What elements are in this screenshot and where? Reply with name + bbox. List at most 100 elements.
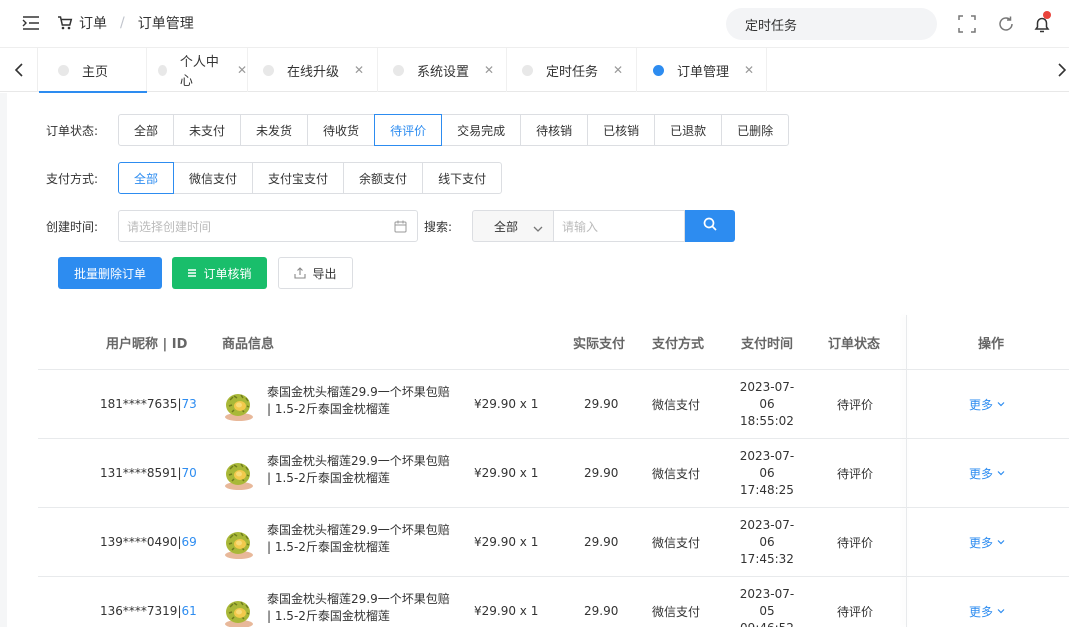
user-id-link[interactable]: 70: [182, 466, 197, 480]
column-header-method: 支付方式: [652, 336, 705, 352]
tab-order-manage[interactable]: 订单管理 ✕: [637, 48, 767, 92]
pay-method: 微信支付: [652, 466, 701, 481]
export-button[interactable]: 导出: [278, 257, 353, 289]
breadcrumb-separator: /: [120, 15, 125, 31]
tab-bar: 主页 个人中心 ✕ 在线升级 ✕ 系统设置 ✕ 定时任务 ✕ 订单管理 ✕: [0, 48, 1069, 93]
content-gutter: [0, 93, 7, 627]
close-icon[interactable]: ✕: [744, 63, 754, 77]
tab-scroll-right-icon[interactable]: [1055, 48, 1069, 92]
user-id-link[interactable]: 73: [182, 397, 197, 411]
tab-profile[interactable]: 个人中心 ✕: [147, 48, 248, 92]
order-status: 待评价: [837, 466, 874, 481]
pay-method: 微信支付: [652, 604, 701, 619]
calendar-icon: [394, 220, 407, 236]
unit-price: ¥29.90 x 1: [474, 604, 539, 618]
close-icon[interactable]: ✕: [484, 63, 494, 77]
more-dropdown[interactable]: 更多: [969, 508, 1005, 576]
batch-delete-label: 批量删除订单: [73, 266, 146, 281]
product-thumbnail: [222, 526, 256, 560]
status-option-to-verify[interactable]: 待核销: [520, 114, 589, 146]
search-placeholder: 请输入: [562, 219, 599, 234]
time-filter-label: 创建时间:: [46, 220, 99, 234]
close-icon[interactable]: ✕: [237, 63, 247, 77]
status-option-to-receive[interactable]: 待收货: [307, 114, 376, 146]
table-row: 136****7319 | 61 泰国金枕头榴莲29.9一个坏果包赔 | 1.5…: [38, 576, 1069, 627]
status-option-refunded[interactable]: 已退款: [654, 114, 723, 146]
user-nickname: 181****7635: [100, 397, 178, 411]
tab-label: 定时任务: [546, 64, 599, 80]
create-time-placeholder: 请选择创建时间: [127, 219, 212, 234]
chevron-down-icon: [997, 401, 1005, 407]
status-option-all[interactable]: 全部: [118, 114, 175, 146]
tab-upgrade[interactable]: 在线升级 ✕: [248, 48, 378, 92]
tab-cron[interactable]: 定时任务 ✕: [507, 48, 637, 92]
notification-dot: [1043, 11, 1051, 19]
tab-dot: [158, 64, 167, 76]
unit-price: ¥29.90 x 1: [474, 397, 539, 411]
chevron-down-icon: [997, 539, 1005, 545]
pay-clock: 18:55:02: [740, 413, 794, 428]
product-name: 泰国金枕头榴莲29.9一个坏果包赔 | 1.5-2斤泰国金枕榴莲: [267, 454, 450, 485]
product-thumbnail: [222, 388, 256, 422]
pay-option-all[interactable]: 全部: [118, 162, 175, 194]
more-dropdown[interactable]: 更多: [969, 439, 1005, 507]
pay-filter-group: 全部 微信支付 支付宝支付 余额支付 线下支付: [118, 162, 503, 194]
pay-method: 微信支付: [652, 397, 701, 412]
pay-option-wechat[interactable]: 微信支付: [173, 162, 254, 194]
pay-time: 2023-07-06 17:45:32: [735, 508, 799, 576]
pay-time: 2023-07-05 09:46:52: [735, 577, 799, 627]
tab-settings[interactable]: 系统设置 ✕: [378, 48, 507, 92]
breadcrumb-item-order[interactable]: 订单: [79, 13, 107, 33]
product-name: 泰国金枕头榴莲29.9一个坏果包赔 | 1.5-2斤泰国金枕榴莲: [267, 385, 450, 416]
unit-price: ¥29.90 x 1: [474, 466, 539, 480]
pay-time: 2023-07-06 18:55:02: [735, 370, 799, 438]
pay-clock: 17:45:32: [740, 551, 794, 566]
more-dropdown[interactable]: 更多: [969, 370, 1005, 438]
search-input[interactable]: 请输入: [554, 210, 685, 242]
pay-option-balance[interactable]: 余额支付: [343, 162, 424, 194]
order-status: 待评价: [837, 535, 874, 550]
batch-delete-button[interactable]: 批量删除订单: [58, 257, 162, 289]
list-icon: [187, 268, 197, 278]
more-label: 更多: [969, 535, 994, 550]
status-option-to-review[interactable]: 待评价: [374, 114, 443, 146]
product-name: 泰国金枕头榴莲29.9一个坏果包赔 | 1.5-2斤泰国金枕榴莲: [267, 523, 450, 554]
menu-fold-icon[interactable]: [22, 15, 40, 31]
close-icon[interactable]: ✕: [613, 63, 623, 77]
fullscreen-icon[interactable]: [957, 14, 977, 34]
pay-option-alipay[interactable]: 支付宝支付: [252, 162, 345, 194]
user-id-link[interactable]: 69: [182, 535, 197, 549]
pay-option-offline[interactable]: 线下支付: [422, 162, 503, 194]
search-scope-select[interactable]: 全部: [472, 210, 554, 242]
header-search-box[interactable]: 定时任务: [726, 8, 937, 40]
more-label: 更多: [969, 466, 994, 481]
status-option-deleted[interactable]: 已删除: [721, 114, 790, 146]
chevron-down-icon: [533, 222, 543, 236]
tab-scroll-left-icon[interactable]: [0, 48, 38, 92]
pay-date: 2023-07-06: [739, 517, 795, 549]
product-name: 泰国金枕头榴莲29.9一个坏果包赔 | 1.5-2斤泰国金枕榴莲: [267, 592, 450, 623]
more-label: 更多: [969, 397, 994, 412]
search-button[interactable]: [685, 210, 735, 242]
more-dropdown[interactable]: 更多: [969, 577, 1005, 627]
close-icon[interactable]: ✕: [354, 63, 364, 77]
product-thumbnail: [222, 457, 256, 491]
status-option-completed[interactable]: 交易完成: [441, 114, 522, 146]
tab-dot-active: [653, 64, 664, 76]
verify-order-button[interactable]: 订单核销: [172, 257, 267, 289]
user-id-link[interactable]: 61: [182, 604, 197, 618]
product-thumbnail: [222, 595, 256, 627]
status-option-unpaid[interactable]: 未支付: [173, 114, 242, 146]
refresh-icon[interactable]: [996, 14, 1016, 34]
export-icon: [294, 267, 307, 279]
tab-dot: [393, 64, 404, 76]
user-cell: 136****7319 | 61: [100, 577, 197, 627]
status-option-verified[interactable]: 已核销: [587, 114, 656, 146]
order-status: 待评价: [837, 604, 874, 619]
status-filter-group: 全部 未支付 未发货 待收货 待评价 交易完成 待核销 已核销 已退款 已删除: [118, 114, 790, 146]
status-option-unshipped[interactable]: 未发货: [240, 114, 309, 146]
top-header: 订单 / 订单管理 定时任务: [0, 0, 1069, 48]
create-time-picker[interactable]: 请选择创建时间: [118, 210, 418, 242]
column-header-time: 支付时间: [741, 336, 794, 352]
pay-time: 2023-07-06 17:48:25: [735, 439, 799, 507]
